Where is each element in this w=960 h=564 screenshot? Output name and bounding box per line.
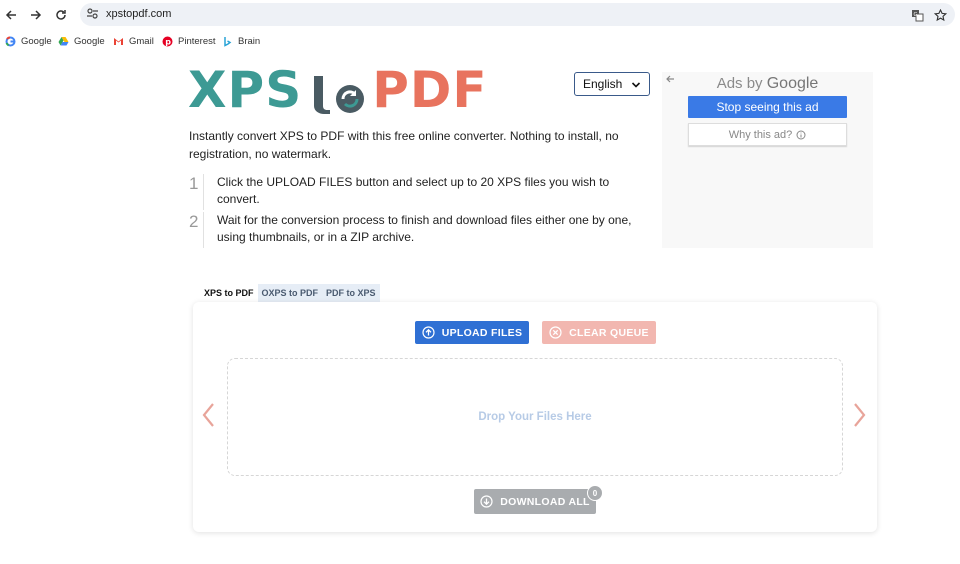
step-number: 2: [189, 212, 199, 231]
why-this-ad-button[interactable]: Why this ad?: [688, 123, 847, 146]
stop-seeing-ad-button[interactable]: Stop seeing this ad: [688, 96, 847, 118]
brain-icon: [222, 36, 233, 47]
logo-pdf: PDF: [372, 61, 488, 119]
forward-button[interactable]: [27, 6, 45, 24]
bookmark-star-icon[interactable]: [932, 7, 948, 23]
bookmark-brain[interactable]: Brain: [222, 34, 260, 48]
next-arrow-button[interactable]: [853, 402, 867, 433]
reload-button[interactable]: [52, 6, 70, 24]
url-text: xpstopdf.com: [106, 8, 172, 20]
bookmark-google-1[interactable]: Google: [5, 34, 52, 48]
upload-files-button[interactable]: UPLOAD FILES: [415, 321, 529, 344]
bookmark-gmail[interactable]: Gmail: [113, 34, 154, 48]
chevron-right-icon: [854, 403, 866, 427]
step-text: Wait for the conversion process to finis…: [217, 213, 632, 244]
intro-text: Instantly convert XPS to PDF with this f…: [189, 129, 619, 161]
clear-queue-button[interactable]: CLEAR QUEUE: [542, 321, 656, 344]
upload-icon: [422, 326, 435, 339]
logo-to: to: [310, 72, 366, 114]
browser-toolbar: xpstopdf.com G: [0, 0, 960, 30]
language-selected: English: [583, 77, 623, 91]
converter-panel: UPLOAD FILES CLEAR QUEUE Drop Your Files…: [193, 302, 877, 532]
language-select[interactable]: English: [574, 72, 650, 96]
site-logo[interactable]: XPS to PDF: [188, 61, 488, 119]
address-bar[interactable]: xpstopdf.com G: [80, 3, 955, 26]
download-count-badge: 0: [587, 485, 603, 501]
svg-text:G: G: [913, 12, 917, 18]
bookmark-google-2[interactable]: Google: [58, 34, 105, 48]
prev-arrow-button[interactable]: [201, 402, 215, 433]
bookmark-pinterest[interactable]: p Pinterest: [162, 34, 216, 48]
svg-text:p: p: [165, 37, 171, 46]
google-icon: [5, 36, 16, 47]
google-drive-icon: [58, 36, 69, 47]
converter-tabs: XPS to PDF OXPS to PDF PDF to XPS: [200, 284, 380, 302]
back-button[interactable]: [2, 6, 20, 24]
step-text: Click the UPLOAD FILES button and select…: [217, 175, 610, 206]
reload-icon: [56, 10, 66, 20]
chevron-left-icon: [202, 403, 214, 427]
bookmarks-bar: Google Google Gmail p Pinterest Brain: [0, 30, 960, 52]
gmail-icon: [113, 36, 124, 47]
chevron-down-icon: [631, 79, 641, 93]
info-icon: [796, 130, 806, 139]
clear-icon: [549, 326, 562, 339]
arrow-right-icon: [31, 10, 42, 20]
translate-icon[interactable]: G: [909, 7, 925, 23]
tab-oxps-to-pdf[interactable]: OXPS to PDF: [257, 284, 323, 302]
logo-xps: XPS: [188, 61, 303, 119]
ads-by-google: Ads by Google: [716, 75, 819, 92]
tab-pdf-to-xps[interactable]: PDF to XPS: [322, 284, 380, 302]
step-divider: [203, 212, 204, 248]
arrow-left-icon: [5, 10, 16, 20]
download-all-button[interactable]: DOWNLOAD ALL: [474, 489, 596, 514]
drop-files-label: Drop Your Files Here: [478, 411, 592, 423]
logo-to-icon: [314, 76, 365, 114]
tab-xps-to-pdf[interactable]: XPS to PDF: [200, 284, 258, 302]
download-icon: [480, 495, 493, 508]
ad-panel: Ads by Google Stop seeing this ad Why th…: [662, 72, 873, 248]
pinterest-icon: p: [162, 36, 173, 47]
step-divider: [203, 174, 204, 210]
step-number: 1: [189, 174, 199, 193]
site-settings-icon[interactable]: [86, 7, 99, 25]
file-dropzone[interactable]: Drop Your Files Here: [227, 358, 843, 476]
